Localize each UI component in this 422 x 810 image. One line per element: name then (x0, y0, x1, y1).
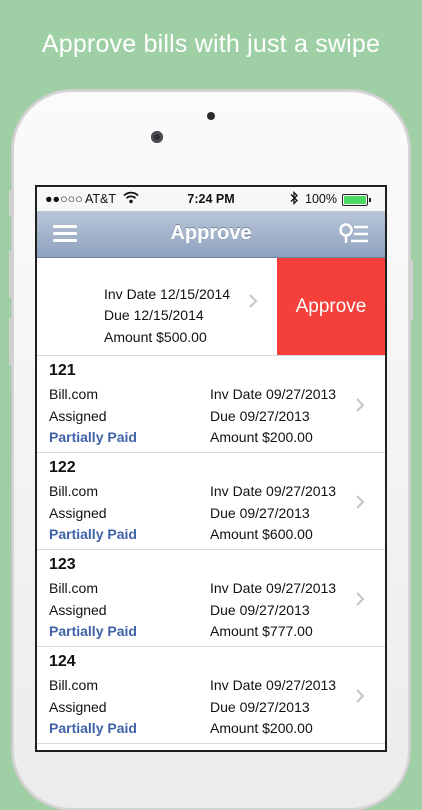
bill-assignment: Assigned (49, 505, 107, 521)
bill-vendor: Bill.com (49, 677, 99, 693)
bill-vendor: Bill.com (49, 580, 99, 596)
bill-status: Partially Paid (49, 720, 137, 736)
bill-inv-date: Inv Date 09/27/2013 (210, 580, 337, 596)
bill-row[interactable]: 121 Bill.com Assigned Partially Paid Inv… (37, 356, 385, 453)
volume-up-button (9, 250, 13, 298)
bill-number: 124 (49, 653, 76, 670)
bill-row[interactable]: 122 Bill.com Assigned Partially Paid Inv… (37, 453, 385, 550)
status-bar: ●●○○○ AT&T 7:24 PM 100% (37, 187, 385, 211)
chevron-right-icon (355, 494, 365, 515)
navigation-bar: Approve (37, 211, 385, 258)
promo-headline: Approve bills with just a swipe (41, 30, 381, 58)
earpiece-speaker (207, 112, 215, 120)
bill-row[interactable]: 123 Bill.com Assigned Partially Paid Inv… (37, 550, 385, 647)
bill-due-date: Due 09/27/2013 (210, 408, 310, 424)
bill-inv-date: Inv Date 09/27/2013 (210, 677, 337, 693)
bill-vendor: Bill.com (49, 483, 99, 499)
bill-assignment: Assigned (49, 408, 107, 424)
battery-percentage: 100% (305, 192, 337, 206)
bill-row[interactable]: 124 Bill.com Assigned Partially Paid Inv… (37, 647, 385, 744)
bill-status: Partially Paid (49, 526, 137, 542)
bill-status: Partially Paid (49, 429, 137, 445)
phone-screen: ●●○○○ AT&T 7:24 PM 100% Approve Inv Date… (37, 187, 385, 750)
filter-icon[interactable] (337, 222, 371, 246)
bill-inv-date: Inv Date 09/27/2013 (210, 483, 337, 499)
bill-number: 123 (49, 556, 76, 573)
bill-number: 121 (49, 362, 76, 379)
swiped-amount: Amount $500.00 (104, 329, 207, 345)
front-camera (151, 131, 163, 143)
swiped-inv-date: Inv Date 12/15/2014 (104, 286, 231, 302)
mute-switch (9, 190, 13, 216)
chevron-right-icon (248, 293, 258, 314)
power-button (409, 260, 413, 320)
bill-amount: Amount $200.00 (210, 429, 313, 445)
swiped-due-date: Due 12/15/2014 (104, 307, 204, 323)
chevron-right-icon (355, 397, 365, 418)
bluetooth-icon (289, 190, 299, 208)
bill-vendor: Bill.com (49, 386, 99, 402)
battery-icon (342, 194, 371, 206)
volume-down-button (9, 318, 13, 366)
bill-due-date: Due 09/27/2013 (210, 602, 310, 618)
bill-amount: Amount $200.00 (210, 720, 313, 736)
chevron-right-icon (355, 688, 365, 709)
page-title: Approve (170, 222, 252, 244)
bill-amount: Amount $777.00 (210, 623, 313, 639)
bill-due-date: Due 09/27/2013 (210, 699, 310, 715)
bill-status: Partially Paid (49, 623, 137, 639)
swiped-bill-row[interactable]: Inv Date 12/15/2014 Due 12/15/2014 Amoun… (37, 258, 385, 356)
bill-amount: Amount $600.00 (210, 526, 313, 542)
bill-due-date: Due 09/27/2013 (210, 505, 310, 521)
chevron-right-icon (355, 591, 365, 612)
bill-assignment: Assigned (49, 602, 107, 618)
bill-number: 122 (49, 459, 76, 476)
bill-inv-date: Inv Date 09/27/2013 (210, 386, 337, 402)
approve-button[interactable]: Approve (277, 258, 385, 355)
bill-assignment: Assigned (49, 699, 107, 715)
bill-list: Inv Date 12/15/2014 Due 12/15/2014 Amoun… (37, 258, 385, 744)
